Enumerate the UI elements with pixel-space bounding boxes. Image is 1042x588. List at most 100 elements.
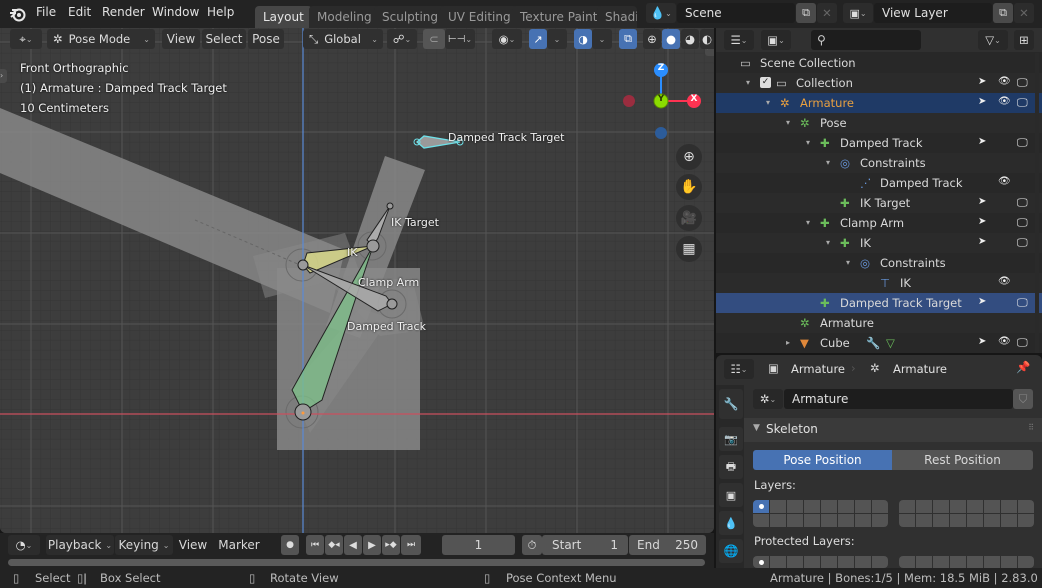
outliner-item[interactable]: ▾ ✚ IK ➤ 🖵	[716, 233, 1042, 253]
gizmo-toggle[interactable]: ↗	[529, 29, 547, 49]
tab-layout[interactable]: Layout	[255, 6, 312, 28]
expand-arrow-icon[interactable]: ▾	[806, 138, 810, 147]
blender-logo-icon[interactable]	[9, 5, 27, 23]
layer-cell[interactable]	[984, 514, 1000, 527]
layer-cell[interactable]	[753, 500, 769, 513]
layer-cell[interactable]	[967, 556, 983, 568]
new-scene-button[interactable]: ⧉	[796, 3, 816, 23]
menu-help[interactable]: Help	[207, 5, 234, 19]
layer-cell[interactable]	[821, 514, 837, 527]
outliner-item[interactable]: ▾ ✲ Armature ➤ 👁 🖵	[716, 93, 1042, 113]
rest-position-button[interactable]: Rest Position	[892, 450, 1033, 470]
layer-cell[interactable]	[950, 514, 966, 527]
pivot-selector[interactable]: ☍ ⌄	[387, 29, 417, 49]
toolbar-expand-arrow[interactable]: ›	[0, 69, 7, 83]
outliner-item[interactable]: ▾ ◎ Constraints	[716, 253, 1042, 273]
fake-user-toggle[interactable]: ⛉	[1013, 389, 1033, 409]
menu-timeline-view[interactable]: View	[176, 535, 210, 555]
xray-toggle[interactable]: ⧉	[619, 29, 637, 49]
outliner-item[interactable]: ▾ ✚ Clamp Arm ➤ 🖵	[716, 213, 1042, 233]
layer-cell[interactable]	[984, 500, 1000, 513]
layer-cell[interactable]	[787, 514, 803, 527]
tab-uv-editing[interactable]: UV Editing	[440, 6, 519, 28]
shading-solid[interactable]: ●	[662, 29, 680, 49]
layer-cell[interactable]	[804, 500, 820, 513]
outliner-item[interactable]: ▾ ◎ Constraints	[716, 153, 1042, 173]
outliner-item[interactable]: ⋰ Damped Track 👁	[716, 173, 1042, 193]
selectable-toggle-icon[interactable]: ➤	[978, 336, 986, 347]
layer-cell[interactable]	[1018, 556, 1034, 568]
properties-editor-type[interactable]: ☷ ⌄	[724, 359, 754, 379]
eye-icon[interactable]: 👁	[998, 76, 1011, 87]
selectable-toggle-icon[interactable]: ➤	[978, 236, 986, 247]
protected-layers-grid-b[interactable]	[899, 556, 1034, 568]
expand-arrow-icon[interactable]: ▾	[806, 218, 810, 227]
record-button[interactable]: ●	[281, 535, 299, 555]
menu-select[interactable]: Select	[202, 29, 246, 49]
expand-arrow-icon[interactable]: ▾	[766, 98, 770, 107]
preview-range-toggle[interactable]: ⏱	[522, 535, 542, 555]
layer-cell[interactable]	[770, 556, 786, 568]
layer-cell[interactable]	[821, 500, 837, 513]
gizmo-dropdown[interactable]: ⌄	[547, 29, 567, 49]
menu-keying[interactable]: Keying ⌄	[115, 535, 173, 555]
render-toggle-icon[interactable]: 🖵	[1017, 76, 1028, 90]
selectable-toggle-icon[interactable]: ➤	[978, 216, 986, 227]
render-toggle-icon[interactable]: 🖵	[1017, 216, 1028, 230]
current-frame-field[interactable]: 1	[442, 535, 515, 555]
layer-cell[interactable]	[855, 500, 871, 513]
layer-cell[interactable]	[1001, 556, 1017, 568]
tab-scene[interactable]: 💧	[719, 511, 743, 535]
layer-cell[interactable]	[916, 514, 932, 527]
tab-sculpting[interactable]: Sculpting	[374, 6, 447, 28]
selectable-toggle-icon[interactable]: ➤	[978, 76, 986, 87]
layer-cell[interactable]	[1018, 500, 1034, 513]
selectable-toggle-icon[interactable]: ➤	[978, 136, 986, 147]
tab-view-layer[interactable]: ▣	[719, 483, 743, 507]
layer-cell[interactable]	[872, 500, 888, 513]
outliner-item[interactable]: ▾ ✲ Pose	[716, 113, 1042, 133]
tab-shading[interactable]: Shadir	[597, 6, 637, 28]
eye-icon[interactable]: 👁	[998, 336, 1011, 347]
pin-icon[interactable]: 📌	[1016, 360, 1030, 374]
expand-arrow-icon[interactable]: ▾	[826, 238, 830, 247]
new-collection-button[interactable]: ⊞	[1014, 30, 1034, 50]
selectable-toggle-icon[interactable]: ➤	[978, 196, 986, 207]
view-layer-name-field[interactable]: View Layer	[874, 3, 992, 23]
display-mode-selector[interactable]: ▣ ⌄	[761, 30, 791, 50]
snap-target-selector[interactable]: ⊢⊣ ⌄	[445, 29, 475, 49]
protected-layers-grid-a[interactable]	[753, 556, 888, 568]
layer-cell[interactable]	[855, 514, 871, 527]
expand-arrow-icon[interactable]: ▸	[786, 338, 790, 347]
3d-viewport[interactable]: Z Y X Front Orthographic (1) Armature : …	[0, 28, 714, 533]
delete-view-layer-button[interactable]: ✕	[1014, 3, 1034, 23]
mesh-data-icon[interactable]: ▽	[886, 336, 895, 350]
scene-name-field[interactable]: Scene	[677, 3, 795, 23]
next-keyframe-button[interactable]: ▸◆	[382, 535, 400, 555]
selectable-toggle-icon[interactable]: ➤	[978, 296, 986, 307]
layer-cell[interactable]	[753, 556, 769, 568]
render-toggle-icon[interactable]: 🖵	[1017, 236, 1028, 250]
expand-arrow-icon[interactable]: ▾	[746, 78, 750, 87]
outliner-scrollbar[interactable]	[1035, 53, 1039, 353]
layer-cell[interactable]	[770, 514, 786, 527]
end-frame-field[interactable]: End 250	[629, 535, 706, 555]
scene-selector[interactable]: 💧 ⌄	[646, 3, 676, 23]
layer-cell[interactable]	[933, 514, 949, 527]
layer-cell[interactable]	[967, 514, 983, 527]
tab-texture-paint[interactable]: Texture Paint	[512, 6, 606, 28]
menu-playback[interactable]: Playback ⌄	[46, 535, 114, 555]
drag-handle-icon[interactable]: ⠿	[1028, 423, 1034, 432]
start-frame-field[interactable]: Start 1	[542, 535, 628, 555]
outliner-item[interactable]: ▸ ▼ Cube 🔧 ▽ ➤ 👁 🖵	[716, 333, 1042, 353]
expand-arrow-icon[interactable]: ▾	[846, 258, 850, 267]
bone-layers-grid-b[interactable]	[899, 500, 1034, 527]
shading-wireframe[interactable]: ⊕	[643, 29, 661, 49]
ortho-toggle-button[interactable]: ▦	[676, 236, 702, 262]
zoom-view-button[interactable]: ⊕	[676, 144, 702, 170]
menu-file[interactable]: File	[36, 5, 56, 19]
armature-name-field[interactable]: Armature	[784, 389, 1013, 409]
layer-cell[interactable]	[838, 556, 854, 568]
render-toggle-icon[interactable]: 🖵	[1017, 296, 1028, 310]
pose-position-button[interactable]: Pose Position	[753, 450, 892, 470]
